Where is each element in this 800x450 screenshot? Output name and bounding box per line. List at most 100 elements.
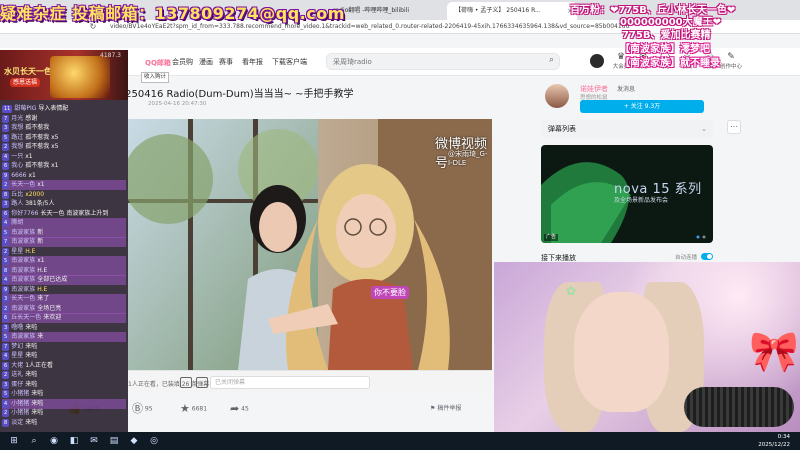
chat-username[interactable]: 星星: [11, 352, 23, 359]
chat-text: 来啦: [31, 390, 44, 397]
coin-icon: Ⓑ: [132, 402, 143, 415]
banner-right-line: 【南波家族】澪梦吧: [620, 44, 710, 55]
app-icon[interactable]: ◆: [128, 435, 140, 447]
level-badge: 3: [2, 380, 10, 389]
chat-message: 4 一只 x1: [2, 152, 126, 162]
level-badge: 7: [2, 238, 10, 246]
autoplay-toggle[interactable]: [701, 253, 713, 260]
nav-link[interactable]: 看年报: [242, 56, 263, 68]
chat-text: 381条/5人: [25, 200, 55, 207]
chat-username[interactable]: 月光: [11, 115, 23, 122]
share-button[interactable]: ➦ 45: [230, 402, 249, 417]
level-badge: 4: [2, 399, 10, 408]
chat-text: 孤不惹我 x5: [25, 133, 59, 141]
chat-username[interactable]: 丘比: [11, 191, 23, 198]
nav-link[interactable]: 漫画: [199, 56, 213, 68]
follow-button[interactable]: + 关注 9.3万: [580, 100, 704, 113]
send-message-link[interactable]: 发消息: [617, 84, 635, 93]
nav-link[interactable]: 赛事: [219, 56, 233, 68]
chat-text: x1: [37, 181, 45, 188]
level-badge: 3: [2, 295, 10, 303]
app-icon[interactable]: ◎: [148, 435, 160, 447]
chat-message: 9 6666 x1: [2, 171, 126, 181]
chat-username[interactable]: 腾胡: [11, 219, 23, 226]
nav-link-download[interactable]: 下载客户端: [272, 56, 307, 68]
chat-message: 2 我想 孤不惹我 x5: [2, 142, 126, 152]
mail-icon[interactable]: ✉: [88, 435, 100, 447]
level-badge: 8: [2, 190, 10, 199]
nav-link[interactable]: 会员购: [172, 56, 193, 68]
chat-username[interactable]: 小猪猪: [11, 400, 29, 407]
folder-icon[interactable]: ◧: [68, 435, 80, 447]
player-controls: 1人正在看，已装填 26 条弹幕 已关闭弹幕: [128, 370, 492, 394]
creator-button[interactable]: ✎ 创作中心: [720, 52, 742, 71]
ad-banner[interactable]: nova 15 系列 及全场景新品发布会 广告: [541, 145, 713, 243]
chat-username[interactable]: 路过: [11, 134, 23, 141]
chat-username[interactable]: 甜莓PIG: [14, 105, 36, 112]
level-badge: 4: [2, 276, 10, 284]
chat-username[interactable]: 南波家族: [11, 238, 35, 245]
chat-username[interactable]: 一只: [11, 153, 23, 160]
chat-username[interactable]: 我想: [11, 124, 23, 131]
chat-text: H.E: [25, 247, 36, 255]
chat-username[interactable]: 星星: [11, 248, 23, 255]
chat-username[interactable]: 小猪猪: [11, 409, 29, 416]
danmaku-settings-icon[interactable]: [196, 377, 208, 388]
chat-message: 4 腾胡: [2, 218, 126, 228]
report-button[interactable]: ⚑ 稿件举报: [430, 402, 461, 416]
chat-message: 9 南波家族 H.E: [2, 285, 126, 295]
tab-current[interactable]: 【荷嗨 • 孟子义】 250416 R... ×: [447, 2, 577, 20]
chat-username[interactable]: 南波家族: [11, 305, 35, 312]
chat-username[interactable]: 梦幻: [11, 343, 23, 350]
chat-message: 3 长天一色 来了: [2, 294, 126, 304]
search-icon[interactable]: ⌕: [28, 435, 40, 447]
start-icon[interactable]: ⊞: [8, 435, 20, 447]
uploader-avatar[interactable]: [545, 84, 569, 108]
video-player[interactable]: 微博视频号 @宋雨琦_G-I-DLE 你不要脸: [128, 119, 492, 370]
danmaku-input[interactable]: 已关闭弹幕: [210, 376, 370, 389]
chat-username[interactable]: 南波家族: [11, 276, 35, 283]
favorite-button[interactable]: ★ 6681: [180, 402, 207, 417]
chat-text: 来啦: [25, 352, 38, 359]
chat-username[interactable]: 我心: [11, 162, 23, 169]
chat-username[interactable]: 路人: [11, 200, 23, 207]
danmaku-list-dropdown[interactable]: 弹幕列表 ⌄: [541, 120, 713, 138]
chat-username[interactable]: 淡定: [11, 419, 23, 426]
level-badge: 11: [2, 105, 13, 113]
ad-subtitle: 及全场景新品发布会: [614, 197, 669, 204]
chat-message: 8 南波家族 H.E: [2, 265, 126, 276]
chat-username[interactable]: 我想: [11, 143, 23, 150]
chat-username[interactable]: 蛋仔: [11, 381, 23, 388]
ad-label: 广告: [544, 234, 559, 241]
chat-username[interactable]: 丘长天一色: [11, 314, 41, 321]
coin-button[interactable]: Ⓑ 95: [132, 402, 153, 417]
level-badge: 2: [2, 409, 10, 417]
chat-username[interactable]: 长天一色: [11, 181, 35, 188]
chat-username[interactable]: 南波家族: [11, 267, 35, 274]
banner-right-line: 775B、爱加比赛精: [622, 30, 711, 41]
side-tool-icon[interactable]: ⋯: [727, 120, 741, 134]
search-input[interactable]: [327, 54, 527, 69]
chat-username[interactable]: 南波家族: [11, 229, 35, 236]
chat-text: 全场已亮: [37, 304, 62, 312]
gift-badge: 感恩送福: [10, 78, 41, 87]
danmaku-toggle-icon[interactable]: [180, 377, 192, 388]
chat-message: 2 小猪猪 来啦: [2, 408, 126, 418]
search-icon[interactable]: ⌕: [549, 55, 554, 65]
site-logo[interactable]: QQ邮箱: [145, 58, 171, 68]
chat-username[interactable]: 南波家族: [11, 257, 35, 264]
chat-username[interactable]: 6666: [11, 172, 26, 179]
tab-label: 【荷嗨 • 孟子义】 250416 R...: [455, 7, 541, 14]
browser-icon[interactable]: ◉: [48, 435, 60, 447]
chat-username[interactable]: 南波家族: [11, 286, 35, 293]
app-icon[interactable]: ▤: [108, 435, 120, 447]
chat-username[interactable]: 你好7766: [11, 210, 38, 217]
gift-sender: 水贝长天一色: [4, 67, 52, 76]
chat-username[interactable]: 送礼: [11, 371, 23, 378]
chat-username[interactable]: 小猪猪: [11, 390, 29, 397]
chat-username[interactable]: 南波家族: [11, 333, 35, 340]
chat-username[interactable]: 长天一色: [11, 295, 35, 302]
user-avatar[interactable]: [590, 54, 604, 68]
chat-username[interactable]: 噜噜: [11, 324, 23, 331]
chat-username[interactable]: 大佬: [11, 362, 23, 369]
